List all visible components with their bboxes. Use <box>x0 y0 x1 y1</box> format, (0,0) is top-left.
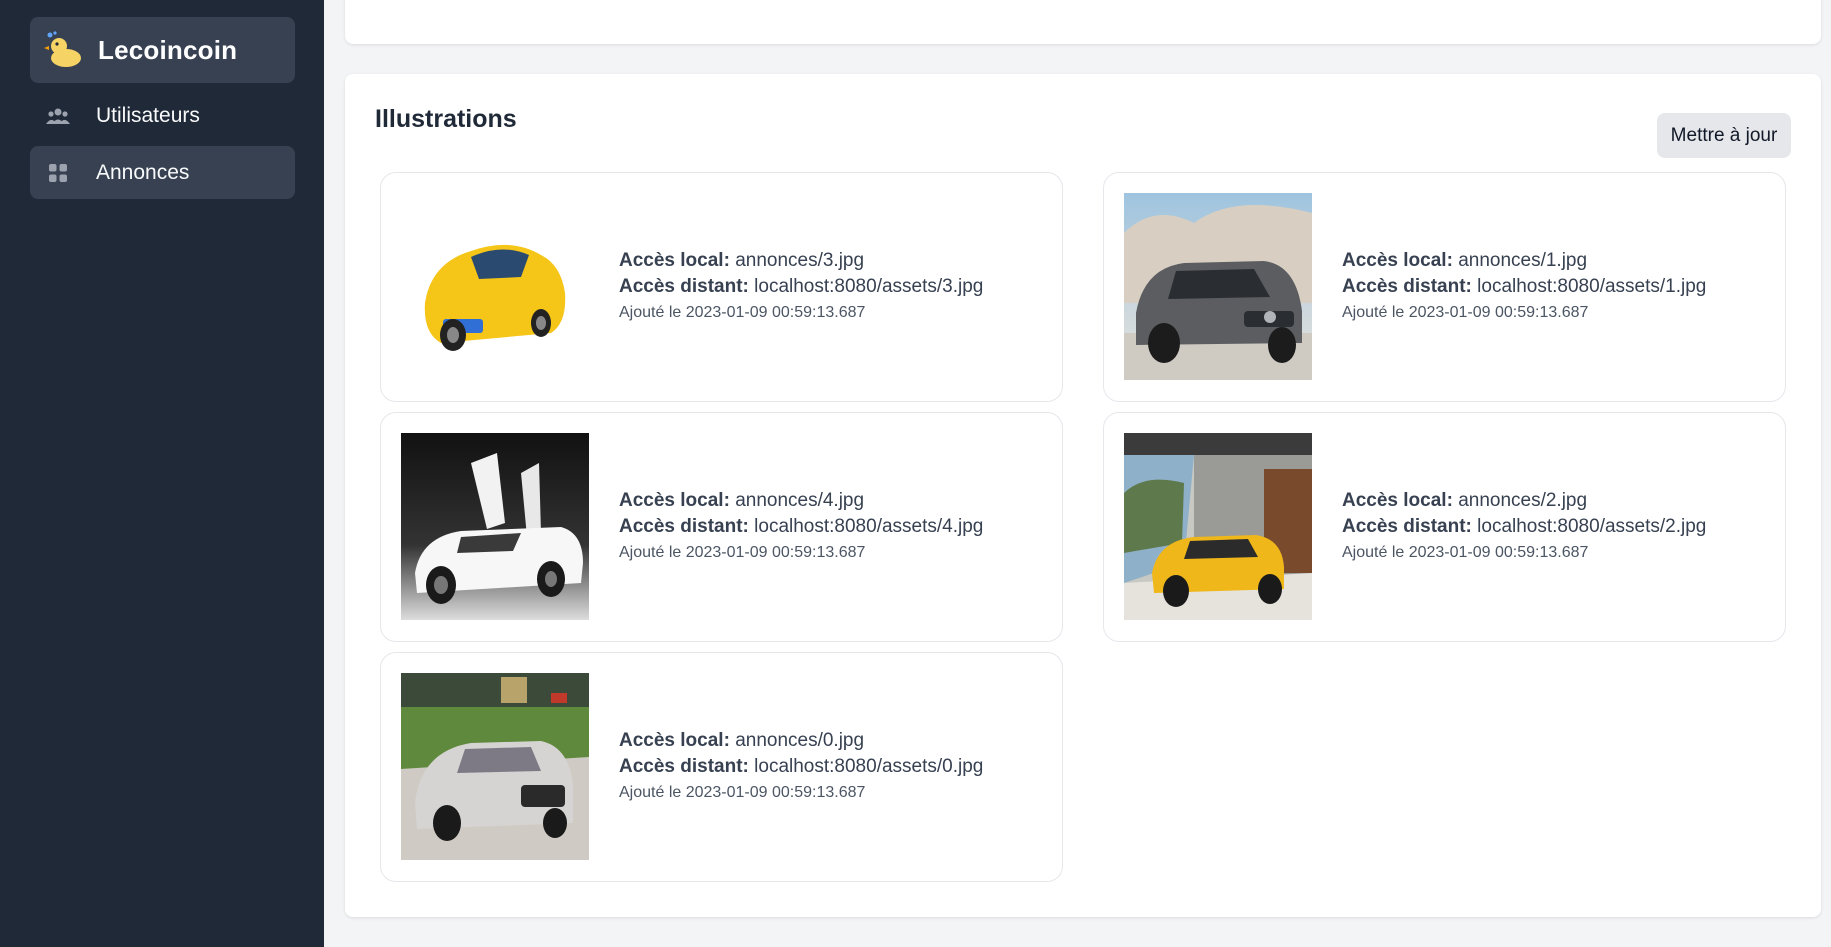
image-card: Accès local: annonces/1.jpg Accès distan… <box>1103 172 1786 402</box>
image-info: Accès local: annonces/3.jpg Accès distan… <box>619 248 983 322</box>
local-access-label: Accès local: <box>1342 250 1453 271</box>
update-button[interactable]: Mettre à jour <box>1657 113 1791 158</box>
image-info: Accès local: annonces/4.jpg Accès distan… <box>619 488 983 562</box>
remote-access-label: Accès distant: <box>619 756 749 777</box>
sidebar-item-annonces[interactable]: Annonces <box>30 146 295 199</box>
section-title: Illustrations <box>375 105 517 133</box>
car-thumbnail[interactable] <box>401 193 589 380</box>
image-info: Accès local: annonces/1.jpg Accès distan… <box>1342 248 1706 322</box>
local-access-line: Accès local: annonces/3.jpg <box>619 248 983 274</box>
remote-access-label: Accès distant: <box>1342 276 1472 297</box>
sidebar: Lecoincoin Utilisateurs Annonces <box>0 0 324 947</box>
local-access-line: Accès local: annonces/0.jpg <box>619 728 983 754</box>
local-access-line: Accès local: annonces/1.jpg <box>1342 248 1706 274</box>
remote-url: localhost:8080/assets/1.jpg <box>1477 276 1707 297</box>
duck-logo-icon <box>44 31 81 67</box>
image-card: Accès local: annonces/0.jpg Accès distan… <box>380 652 1063 882</box>
local-access-label: Accès local: <box>619 730 730 751</box>
image-card: Accès local: annonces/4.jpg Accès distan… <box>380 412 1063 642</box>
local-path: annonces/1.jpg <box>1458 250 1588 271</box>
brand-home-link[interactable]: Lecoincoin <box>30 17 295 83</box>
remote-access-line: Accès distant: localhost:8080/assets/0.j… <box>619 754 983 780</box>
remote-access-line: Accès distant: localhost:8080/assets/4.j… <box>619 514 983 540</box>
remote-url: localhost:8080/assets/3.jpg <box>754 276 984 297</box>
brand-name: Lecoincoin <box>98 34 238 65</box>
local-access-line: Accès local: annonces/4.jpg <box>619 488 983 514</box>
remote-access-label: Accès distant: <box>619 516 749 537</box>
local-path: annonces/0.jpg <box>735 730 865 751</box>
image-info: Accès local: annonces/2.jpg Accès distan… <box>1342 488 1706 562</box>
remote-url: localhost:8080/assets/4.jpg <box>754 516 984 537</box>
remote-access-line: Accès distant: localhost:8080/assets/3.j… <box>619 274 983 300</box>
added-date: Ajouté le 2023-01-09 00:59:13.687 <box>619 784 866 801</box>
remote-access-label: Accès distant: <box>1342 516 1472 537</box>
added-date: Ajouté le 2023-01-09 00:59:13.687 <box>1342 544 1589 561</box>
remote-url: localhost:8080/assets/0.jpg <box>754 756 984 777</box>
sidebar-item-label: Utilisateurs <box>96 103 200 127</box>
top-card <box>345 0 1821 44</box>
users-icon <box>44 102 72 130</box>
car-thumbnail[interactable] <box>401 673 589 860</box>
car-thumbnail[interactable] <box>1124 433 1312 620</box>
image-card: Accès local: annonces/3.jpg Accès distan… <box>380 172 1063 402</box>
local-access-label: Accès local: <box>619 250 730 271</box>
illustrations-card: Illustrations Mettre à jour Accès local:… <box>345 74 1821 917</box>
car-thumbnail[interactable] <box>401 433 589 620</box>
remote-access-line: Accès distant: localhost:8080/assets/1.j… <box>1342 274 1706 300</box>
added-date: Ajouté le 2023-01-09 00:59:13.687 <box>619 544 866 561</box>
added-date: Ajouté le 2023-01-09 00:59:13.687 <box>619 304 866 321</box>
local-path: annonces/4.jpg <box>735 490 865 511</box>
local-access-label: Accès local: <box>619 490 730 511</box>
remote-access-label: Accès distant: <box>619 276 749 297</box>
local-access-label: Accès local: <box>1342 490 1453 511</box>
remote-url: localhost:8080/assets/2.jpg <box>1477 516 1707 537</box>
added-date: Ajouté le 2023-01-09 00:59:13.687 <box>1342 304 1589 321</box>
image-card: Accès local: annonces/2.jpg Accès distan… <box>1103 412 1786 642</box>
remote-access-line: Accès distant: localhost:8080/assets/2.j… <box>1342 514 1706 540</box>
local-path: annonces/3.jpg <box>735 250 865 271</box>
sidebar-item-label: Annonces <box>96 160 190 184</box>
sidebar-item-utilisateurs[interactable]: Utilisateurs <box>30 89 295 142</box>
local-path: annonces/2.jpg <box>1458 490 1588 511</box>
image-info: Accès local: annonces/0.jpg Accès distan… <box>619 728 983 802</box>
local-access-line: Accès local: annonces/2.jpg <box>1342 488 1706 514</box>
car-thumbnail[interactable] <box>1124 193 1312 380</box>
grid-icon <box>44 159 72 187</box>
